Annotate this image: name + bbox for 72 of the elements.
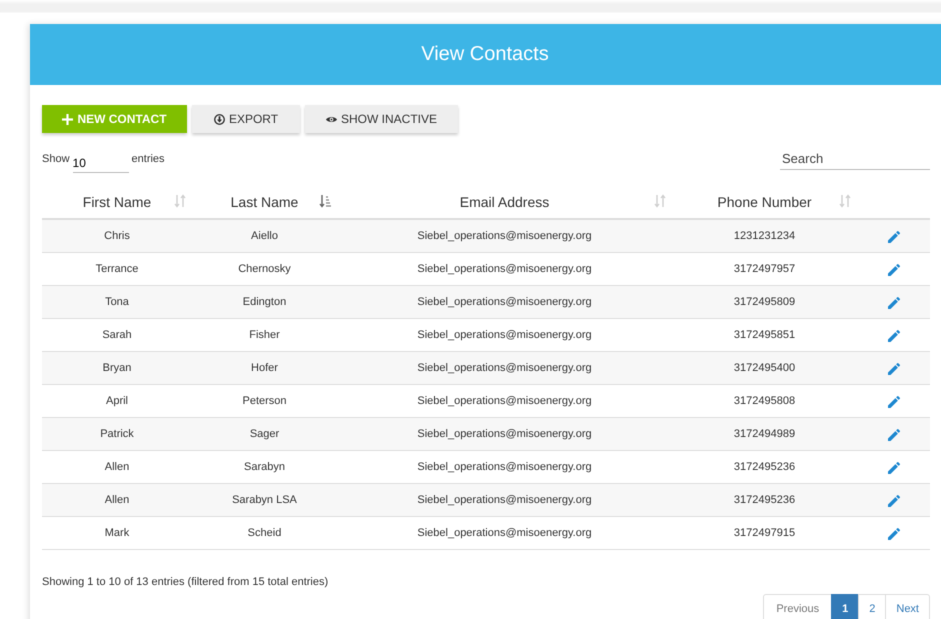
table-cell-text: 3172494989 bbox=[732, 428, 796, 440]
pencil-icon[interactable] bbox=[886, 494, 900, 508]
pencil-icon[interactable] bbox=[886, 328, 900, 342]
plus-icon bbox=[62, 114, 74, 124]
entries-label: entries bbox=[132, 153, 165, 165]
table-row[interactable]: Patrick Sager Siebel_operations@misoenergy.org 3172494989 bbox=[42, 418, 930, 451]
table-row[interactable]: Bryan Hofer Siebel_operations@misoenergy.org 3172495400 bbox=[42, 352, 930, 385]
table-cell-text: Peterson bbox=[241, 395, 288, 407]
table-cell-text: Sarah bbox=[101, 329, 133, 341]
page-button[interactable]: 1 bbox=[831, 594, 860, 619]
column-header[interactable]: First Name bbox=[42, 185, 192, 218]
table-cell-text: Hofer bbox=[250, 362, 279, 374]
table-cell-text: 1231231234 bbox=[732, 230, 796, 242]
table-cell-text: Patrick bbox=[99, 428, 135, 440]
page-button[interactable]: 2 bbox=[858, 594, 886, 619]
table-cell-text: 3172495400 bbox=[732, 362, 796, 374]
table-row[interactable]: Chris Aiello Siebel_operations@misoenergy.org 1231231234 bbox=[42, 220, 930, 253]
table-row[interactable]: Mark Scheid Siebel_operations@misoenergy.org 3172497915 bbox=[42, 517, 930, 550]
table-cell-text: 3172495236 bbox=[732, 461, 796, 473]
table-cell-text: 3172495809 bbox=[732, 296, 796, 308]
table-cell-text: Mark bbox=[104, 527, 130, 539]
column-header[interactable]: Last Name bbox=[192, 185, 337, 218]
table-row[interactable]: Allen Sarabyn LSA Siebel_operations@misoenergy.org 3172495236 bbox=[42, 484, 930, 517]
table-cell-text: Chernosky bbox=[237, 263, 292, 275]
table-cell-text: Siebel_operations@misoenergy.org bbox=[416, 494, 593, 506]
table-cell-text: Siebel_operations@misoenergy.org bbox=[416, 527, 593, 539]
entries-info: Showing 1 to 10 of 13 entries (filtered from 15 total entries) bbox=[42, 576, 330, 588]
next-button[interactable]: Next bbox=[885, 594, 930, 619]
pencil-icon[interactable] bbox=[886, 428, 900, 442]
pencil-icon[interactable] bbox=[886, 526, 900, 540]
table-cell-text: Aiello bbox=[250, 230, 279, 242]
table-cell-text: 3172495236 bbox=[732, 494, 796, 506]
pencil-icon[interactable] bbox=[886, 362, 900, 376]
table-cell-text: Scheid bbox=[246, 527, 282, 539]
table-cell-text: Sager bbox=[248, 428, 280, 440]
column-header[interactable]: Email Address bbox=[337, 185, 672, 218]
table-cell-text: Allen bbox=[104, 494, 130, 506]
pencil-icon[interactable] bbox=[886, 296, 900, 310]
table-cell-text: Siebel_operations@misoenergy.org bbox=[416, 263, 593, 275]
pencil-icon[interactable] bbox=[886, 394, 900, 408]
pencil-icon[interactable] bbox=[886, 230, 900, 244]
table-cell-text: Allen bbox=[104, 461, 130, 473]
table-cell-text: Siebel_operations@misoenergy.org bbox=[416, 362, 593, 374]
table-cell-text: Siebel_operations@misoenergy.org bbox=[416, 296, 593, 308]
toolbar-button[interactable]: EXPORT bbox=[192, 105, 300, 133]
show-label: Show bbox=[42, 153, 70, 165]
table-cell-text: Siebel_operations@misoenergy.org bbox=[416, 395, 593, 407]
table-cell-text: April bbox=[104, 395, 129, 407]
table-cell-text: 3172497957 bbox=[732, 263, 796, 275]
table-cell-text: Terrance bbox=[94, 263, 140, 275]
page-title: View Contacts bbox=[421, 43, 549, 66]
table-cell-text: Sarabyn bbox=[243, 461, 286, 473]
table-cell-text: 3172495808 bbox=[732, 395, 796, 407]
toolbar-button[interactable]: SHOW INACTIVE bbox=[305, 105, 458, 133]
table-cell-text: Chris bbox=[103, 230, 131, 242]
table-cell-text: Siebel_operations@misoenergy.org bbox=[416, 230, 593, 242]
table-cell-text: Siebel_operations@misoenergy.org bbox=[416, 461, 593, 473]
table-cell-text: Siebel_operations@misoenergy.org bbox=[416, 329, 593, 341]
table-cell-text: Edington bbox=[242, 296, 288, 308]
table-row[interactable]: Tona Edington Siebel_operations@misoenergy.org 3172495809 bbox=[42, 286, 930, 319]
pencil-icon[interactable] bbox=[886, 460, 900, 474]
table-cell-text: Sarabyn LSA bbox=[231, 494, 298, 506]
table-cell-text: Bryan bbox=[102, 362, 132, 374]
download-icon bbox=[214, 114, 225, 124]
table-cell-text: Fisher bbox=[248, 329, 281, 341]
table-cell-text: Tona bbox=[104, 296, 130, 308]
table-cell-text: 3172495851 bbox=[732, 329, 796, 341]
column-header[interactable]: Phone Number bbox=[672, 185, 857, 218]
table-cell-text: Siebel_operations@misoenergy.org bbox=[416, 428, 593, 440]
table-cell-text: 3172497915 bbox=[732, 527, 796, 539]
previous-button[interactable]: Previous bbox=[763, 594, 832, 619]
pencil-icon[interactable] bbox=[886, 262, 900, 276]
